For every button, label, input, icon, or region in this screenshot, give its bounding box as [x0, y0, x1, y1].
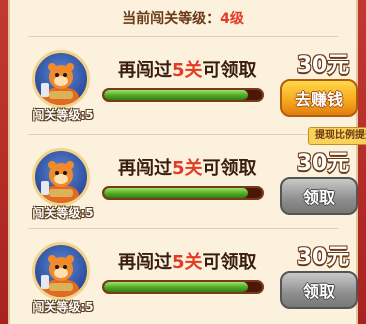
row-divider: [28, 228, 338, 229]
task-level-count: 5关: [172, 60, 203, 81]
avatar-level-label: 闯关等级:5: [32, 206, 94, 220]
progress-fill: [104, 90, 248, 100]
task-suffix: 可领取: [202, 60, 257, 81]
progress-fill: [104, 188, 248, 198]
task-row: 闯关等级:5 再闯过5关可领取 30元 去赚钱: [18, 44, 358, 132]
reward-panel: 当前闯关等级：4级 闯关等级:5 再闯过5关可领取 30元 去赚钱 闯关等级:5…: [8, 0, 358, 324]
claim-button[interactable]: 领取: [280, 177, 358, 215]
task-description: 再闯过5关可领取: [118, 56, 257, 82]
header-divider: [28, 36, 338, 37]
task-description: 再闯过5关可领取: [118, 154, 257, 180]
reward-amount: 30元: [296, 53, 350, 78]
task-level-count: 5关: [172, 158, 203, 179]
task-progress-bar: [102, 280, 264, 294]
character-avatar-icon: [32, 242, 90, 300]
character-avatar-icon: [32, 148, 90, 206]
task-prefix: 再闯过: [118, 60, 172, 81]
task-suffix: 可领取: [202, 158, 257, 179]
current-level-label: 当前闯关等级：: [122, 11, 221, 27]
reward-amount: 30元: [296, 245, 350, 270]
character-avatar-icon: [32, 50, 90, 108]
withdraw-ratio-tag: 提现比例提升: [308, 127, 366, 145]
reward-popup-frame: 当前闯关等级：4级 闯关等级:5 再闯过5关可领取 30元 去赚钱 闯关等级:5…: [0, 0, 366, 324]
task-level-count: 5关: [172, 252, 203, 273]
current-level-header: 当前闯关等级：4级: [10, 4, 356, 34]
progress-fill: [104, 282, 248, 292]
avatar-level-label: 闯关等级:5: [32, 108, 94, 122]
task-suffix: 可领取: [202, 252, 257, 273]
row-divider: [28, 134, 338, 135]
avatar-level-label: 闯关等级:5: [32, 300, 94, 314]
task-prefix: 再闯过: [118, 158, 172, 179]
current-level-value: 4级: [220, 11, 244, 27]
task-description: 再闯过5关可领取: [118, 248, 257, 274]
task-progress-bar: [102, 88, 264, 102]
task-row: 闯关等级:5 再闯过5关可领取 30元 领取: [18, 236, 358, 324]
reward-amount: 30元: [296, 151, 350, 176]
task-progress-bar: [102, 186, 264, 200]
claim-button[interactable]: 领取: [280, 271, 358, 309]
go-earn-button[interactable]: 去赚钱: [280, 79, 358, 117]
task-row: 闯关等级:5 再闯过5关可领取 30元 领取: [18, 142, 358, 230]
task-prefix: 再闯过: [118, 252, 172, 273]
